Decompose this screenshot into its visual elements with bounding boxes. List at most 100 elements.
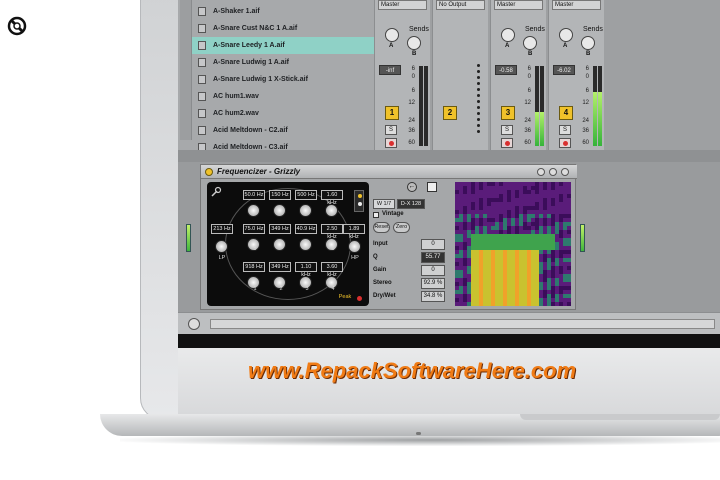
param-value[interactable]: 34.8 % <box>421 291 445 302</box>
output-routing-select[interactable]: No Output <box>436 0 485 10</box>
back-arrow-icon[interactable]: ← <box>407 182 417 192</box>
device-hotswap-icon[interactable] <box>549 168 557 176</box>
spectrogram-cell <box>555 274 559 278</box>
arrangement-scrollbar[interactable] <box>210 319 715 329</box>
band-frequency[interactable]: 500 Hz <box>295 190 317 200</box>
solo-button[interactable]: S <box>385 125 397 135</box>
spectrogram-cell <box>531 262 535 266</box>
device-power-button[interactable] <box>205 168 213 176</box>
device-fold-icon[interactable] <box>561 168 569 176</box>
spectrogram-cell <box>567 274 571 278</box>
file-item[interactable]: A-Snare Ludwig 1 X-Stick.aif <box>192 71 374 88</box>
band-frequency[interactable]: 40.9 Hz <box>295 224 317 234</box>
band-frequency[interactable]: 3.60 kHz <box>321 262 343 278</box>
file-item[interactable]: A-Snare Ludwig 1 A.aif <box>192 54 374 71</box>
spectrogram-cell <box>547 186 551 190</box>
hp-frequency[interactable]: 1.89 kHz <box>343 224 365 240</box>
spectrogram-cell <box>547 278 551 282</box>
param-value[interactable]: 0 <box>421 239 445 250</box>
arm-button[interactable] <box>501 138 513 148</box>
output-routing-select[interactable]: Master <box>378 0 427 10</box>
meter-dot <box>477 94 480 97</box>
spectrogram-cell <box>567 202 571 206</box>
spectrogram-cell <box>531 222 535 226</box>
band-frequency[interactable]: 349 Hz <box>269 262 291 272</box>
spectrogram-cell <box>543 258 547 262</box>
spectrogram-cell <box>567 190 571 194</box>
param-value[interactable]: 55.77 <box>421 252 445 263</box>
volume-readout[interactable]: -6.02 <box>553 65 575 75</box>
meter-dot <box>477 130 480 133</box>
browser-scrollbar[interactable] <box>180 0 192 140</box>
spectrogram-cell <box>479 222 483 226</box>
solo-button[interactable]: S <box>501 125 513 135</box>
band-frequency[interactable]: 75.0 Hz <box>243 224 265 234</box>
band-knob[interactable] <box>299 204 312 217</box>
lp-frequency[interactable]: 213 Hz <box>211 224 233 234</box>
band-frequency[interactable]: 918 Hz <box>243 262 265 272</box>
output-routing-select[interactable]: Master <box>494 0 543 10</box>
spectrogram-cell <box>495 274 499 278</box>
wrench-icon[interactable] <box>210 186 222 198</box>
spectrogram-cell <box>539 258 543 262</box>
vintage-checkbox[interactable] <box>373 212 379 218</box>
track-activator-button[interactable]: 2 <box>443 106 457 120</box>
send-b-knob[interactable] <box>407 36 421 50</box>
output-routing-select[interactable]: Master <box>552 0 601 10</box>
param-value[interactable]: 92.9 % <box>421 278 445 289</box>
solo-button[interactable]: S <box>559 125 571 135</box>
play-icon[interactable] <box>188 318 200 330</box>
send-b-knob[interactable] <box>523 36 537 50</box>
param-value[interactable]: 0 <box>421 265 445 276</box>
spectrogram-cell <box>479 286 483 290</box>
file-item[interactable]: A-Shaker 1.aif <box>192 3 374 20</box>
device-right-tab[interactable] <box>580 224 585 252</box>
spectrogram-cell <box>471 254 475 258</box>
eq-mini-meter <box>354 190 364 212</box>
send-b-knob[interactable] <box>581 36 595 50</box>
band-knob[interactable] <box>299 238 312 251</box>
band-frequency[interactable]: 150 Hz <box>269 190 291 200</box>
spectrogram-cell <box>455 202 459 206</box>
spectrogram-cell <box>491 194 495 198</box>
send-a-knob[interactable] <box>559 28 573 42</box>
volume-readout[interactable]: -0.58 <box>495 65 517 75</box>
send-a-knob[interactable] <box>501 28 515 42</box>
band-frequency[interactable]: 349 Hz <box>269 224 291 234</box>
spectrogram-cell <box>487 214 491 218</box>
device-left-tab[interactable] <box>186 224 191 252</box>
spectrogram-cell <box>511 290 515 294</box>
arm-button[interactable] <box>559 138 571 148</box>
spectrogram-cell <box>507 206 511 210</box>
band-knob[interactable] <box>247 204 260 217</box>
hp-knob[interactable] <box>348 240 361 253</box>
band-knob[interactable] <box>325 204 338 217</box>
freeze-toggle[interactable] <box>427 182 437 192</box>
volume-readout[interactable]: -inf <box>379 65 401 75</box>
file-item[interactable]: AC hum1.wav <box>192 88 374 105</box>
band-frequency[interactable]: 2.50 kHz <box>321 224 343 240</box>
spectrogram-cell <box>459 194 463 198</box>
spectrogram-cell <box>467 298 471 302</box>
band-frequency[interactable]: 1.60 kHz <box>321 190 343 206</box>
band-frequency[interactable]: 50.0 Hz <box>243 190 265 200</box>
spectrogram-cell <box>555 278 559 282</box>
device-save-icon[interactable] <box>537 168 545 176</box>
lp-knob[interactable] <box>215 240 228 253</box>
file-item[interactable]: Acid Meltdown - C2.aif <box>192 122 374 139</box>
band-frequency[interactable]: 1.10 kHz <box>295 262 317 278</box>
reset-button[interactable]: Reset <box>373 222 390 233</box>
file-item[interactable]: A-Snare Leedy 1 A.aif <box>192 37 374 54</box>
track-activator-button[interactable]: 3 <box>501 106 515 120</box>
zero-button[interactable]: Zero <box>393 222 410 233</box>
file-item[interactable]: A-Snare Cust N&C 1 A.aif <box>192 20 374 37</box>
track-activator-button[interactable]: 1 <box>385 106 399 120</box>
mode-button-1[interactable]: W 1/7 <box>373 199 395 209</box>
send-a-knob[interactable] <box>385 28 399 42</box>
band-knob[interactable] <box>273 204 286 217</box>
file-item[interactable]: AC hum2.wav <box>192 105 374 122</box>
arm-button[interactable] <box>385 138 397 148</box>
mode-button-2[interactable]: D-X 128 <box>397 199 425 209</box>
track-activator-button[interactable]: 4 <box>559 106 573 120</box>
band-knob[interactable] <box>273 238 286 251</box>
